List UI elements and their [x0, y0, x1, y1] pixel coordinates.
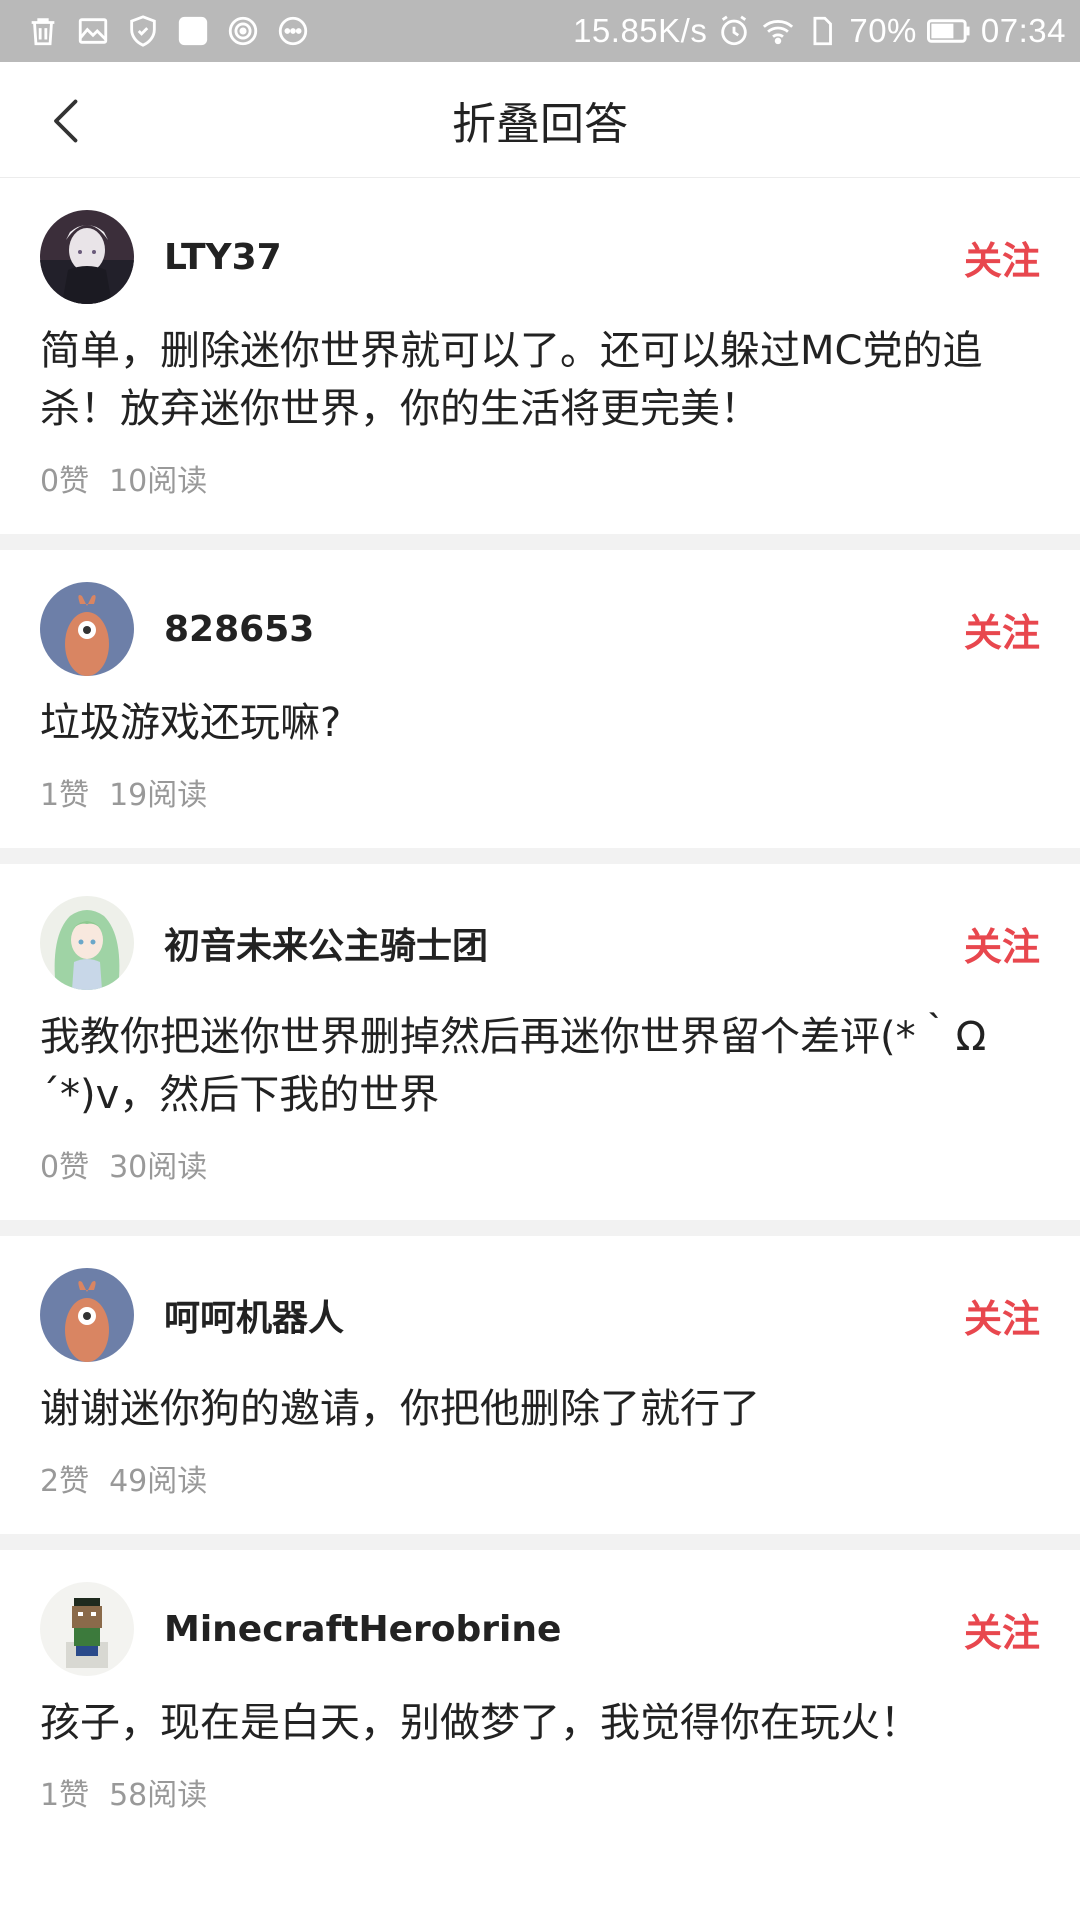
top-navigation-bar: 折叠回答	[0, 62, 1080, 178]
like-count: 1赞	[40, 1778, 90, 1813]
default-mascot-avatar-icon	[40, 1268, 134, 1362]
battery-percent: 70%	[849, 12, 917, 49]
screen: 15.85K/s 70% 07:34 折叠回答 LTY37 关注 简单，删除迷你…	[0, 0, 1080, 1920]
status-bar-notification-icons	[26, 14, 310, 48]
chevron-left-icon	[54, 99, 78, 143]
anime-character-avatar-icon	[40, 210, 134, 304]
answer-card[interactable]: MinecraftHerobrine 关注 孩子，现在是白天，别做梦了，我觉得你…	[0, 1550, 1080, 1848]
green-hair-anime-avatar-icon	[40, 896, 134, 990]
answers-list: LTY37 关注 简单，删除迷你世界就可以了。还可以躲过MC党的追杀！放弃迷你世…	[0, 178, 1080, 1848]
username[interactable]: MinecraftHerobrine	[164, 1609, 561, 1650]
battery-icon	[926, 14, 971, 48]
read-count: 49阅读	[109, 1464, 208, 1499]
answer-stats: 1赞 19阅读	[40, 770, 1040, 848]
follow-button[interactable]: 关注	[944, 594, 1040, 665]
avatar[interactable]	[40, 1582, 134, 1676]
status-bar: 15.85K/s 70% 07:34	[0, 0, 1080, 62]
follow-button[interactable]: 关注	[944, 908, 1040, 979]
answer-text[interactable]: 谢谢迷你狗的邀请，你把他删除了就行了	[40, 1380, 1040, 1438]
minecraft-character-avatar-icon	[40, 1582, 134, 1676]
answer-header: 呵呵机器人 关注	[40, 1236, 1040, 1374]
answer-header: MinecraftHerobrine 关注	[40, 1550, 1040, 1688]
like-count: 0赞	[40, 1150, 90, 1185]
app-square-icon	[176, 14, 210, 48]
read-count: 19阅读	[109, 778, 208, 813]
avatar[interactable]	[40, 582, 134, 676]
answer-header: 初音未来公主骑士团 关注	[40, 864, 1040, 1002]
like-count: 1赞	[40, 778, 90, 813]
answer-card[interactable]: 呵呵机器人 关注 谢谢迷你狗的邀请，你把他删除了就行了 2赞 49阅读	[0, 1236, 1080, 1550]
read-count: 10阅读	[109, 464, 208, 499]
avatar[interactable]	[40, 210, 134, 304]
sim-card-icon	[805, 14, 839, 48]
network-speed: 15.85K/s	[573, 12, 708, 49]
default-mascot-avatar-icon	[40, 582, 134, 676]
answer-card[interactable]: 初音未来公主骑士团 关注 我教你把迷你世界删掉然后再迷你世界留个差评(*｀Ω´*…	[0, 864, 1080, 1236]
like-count: 2赞	[40, 1464, 90, 1499]
status-bar-system-icons: 15.85K/s 70% 07:34	[573, 12, 1066, 50]
answer-card[interactable]: 828653 关注 垃圾游戏还玩嘛? 1赞 19阅读	[0, 550, 1080, 864]
alarm-icon	[717, 14, 751, 48]
username[interactable]: 初音未来公主骑士团	[164, 917, 488, 969]
avatar[interactable]	[40, 1268, 134, 1362]
avatar[interactable]	[40, 896, 134, 990]
answer-stats: 0赞 10阅读	[40, 456, 1040, 534]
follow-button[interactable]: 关注	[944, 1280, 1040, 1351]
page-title: 折叠回答	[452, 98, 628, 150]
username[interactable]: 呵呵机器人	[164, 1289, 344, 1341]
answer-text[interactable]: 垃圾游戏还玩嘛?	[40, 694, 1040, 752]
answer-text[interactable]: 孩子，现在是白天，别做梦了，我觉得你在玩火！	[40, 1694, 1040, 1752]
answer-header: 828653 关注	[40, 550, 1040, 688]
read-count: 30阅读	[109, 1150, 208, 1185]
back-button[interactable]	[30, 86, 100, 156]
username[interactable]: LTY37	[164, 237, 282, 278]
read-count: 58阅读	[109, 1778, 208, 1813]
answer-stats: 2赞 49阅读	[40, 1456, 1040, 1534]
shield-icon	[126, 14, 160, 48]
answer-header: LTY37 关注	[40, 178, 1040, 316]
image-icon	[76, 14, 110, 48]
more-dots-icon	[276, 14, 310, 48]
like-count: 0赞	[40, 464, 90, 499]
follow-button[interactable]: 关注	[944, 1594, 1040, 1665]
answer-stats: 1赞 58阅读	[40, 1770, 1040, 1848]
answer-text[interactable]: 我教你把迷你世界删掉然后再迷你世界留个差评(*｀Ω´*)v，然后下我的世界	[40, 1008, 1040, 1124]
clock-time: 07:34	[980, 12, 1066, 49]
wifi-icon	[761, 14, 795, 48]
target-icon	[226, 14, 260, 48]
follow-button[interactable]: 关注	[944, 222, 1040, 293]
username[interactable]: 828653	[164, 609, 314, 650]
trash-icon	[26, 14, 60, 48]
answer-stats: 0赞 30阅读	[40, 1142, 1040, 1220]
answer-text[interactable]: 简单，删除迷你世界就可以了。还可以躲过MC党的追杀！放弃迷你世界，你的生活将更完…	[40, 322, 1040, 438]
answer-card[interactable]: LTY37 关注 简单，删除迷你世界就可以了。还可以躲过MC党的追杀！放弃迷你世…	[0, 178, 1080, 550]
